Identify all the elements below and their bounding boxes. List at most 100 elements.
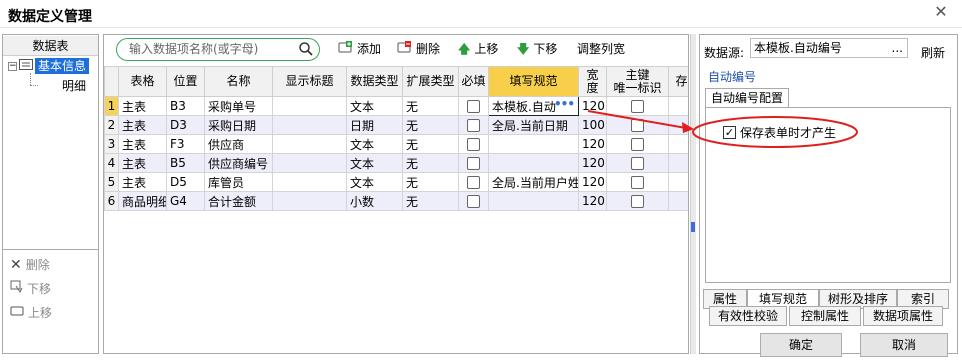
search-icon[interactable] bbox=[298, 41, 314, 57]
cell-required[interactable] bbox=[458, 115, 489, 135]
cell-width[interactable]: 120 bbox=[578, 191, 607, 211]
cell-display-title[interactable] bbox=[272, 172, 347, 192]
cell-name[interactable]: 采购单号 bbox=[204, 96, 273, 116]
table-row[interactable]: 4 主表 B5 供应商编号 文本 无 120 bbox=[104, 153, 688, 173]
cancel-button[interactable]: 取消 bbox=[860, 333, 948, 357]
cell-name[interactable]: 库管员 bbox=[204, 172, 273, 192]
tree-root-label[interactable]: 基本信息 bbox=[35, 58, 90, 74]
required-checkbox[interactable] bbox=[467, 176, 480, 189]
col-header-primary-key[interactable]: 主键 唯一标识 bbox=[606, 66, 669, 97]
cell-display-title[interactable] bbox=[272, 115, 347, 135]
tab-control-properties[interactable]: 控制属性 bbox=[789, 306, 861, 326]
cell-position[interactable]: D5 bbox=[166, 172, 205, 192]
required-checkbox[interactable] bbox=[467, 157, 480, 170]
required-checkbox[interactable] bbox=[467, 138, 480, 151]
primary-key-checkbox[interactable] bbox=[631, 176, 644, 189]
col-header-name[interactable]: 名称 bbox=[204, 66, 273, 97]
cell-required[interactable] bbox=[458, 134, 489, 154]
close-icon[interactable]: ✕ bbox=[932, 3, 950, 21]
source-browse-button[interactable]: ... bbox=[892, 39, 903, 57]
tree-root-node[interactable]: − 基本信息 bbox=[8, 58, 90, 74]
cell-display-title[interactable] bbox=[272, 96, 347, 116]
cell-required[interactable] bbox=[458, 191, 489, 211]
cell-ext-type[interactable]: 无 bbox=[402, 115, 459, 135]
col-header-width[interactable]: 宽度 bbox=[578, 66, 607, 97]
cell-display-title[interactable] bbox=[272, 134, 347, 154]
tree-child-node[interactable]: 明细 bbox=[62, 77, 86, 94]
panel-splitter[interactable] bbox=[690, 34, 696, 354]
cell-table[interactable]: 主表 bbox=[118, 134, 167, 154]
delete-button[interactable]: 删除 bbox=[397, 40, 440, 57]
left-delete-button[interactable]: ✕ 删除 bbox=[10, 256, 50, 274]
col-header-display-title[interactable]: 显示标题 bbox=[272, 66, 347, 97]
cell-table[interactable]: 主表 bbox=[118, 153, 167, 173]
move-down-button[interactable]: 🡇 下移 bbox=[517, 41, 557, 57]
col-header-ext-type[interactable]: 扩展类型 bbox=[402, 66, 459, 97]
cell-table[interactable]: 主表 bbox=[118, 172, 167, 192]
splitter-arrow-icon[interactable] bbox=[691, 222, 695, 232]
cell-fill-rule[interactable] bbox=[488, 191, 579, 211]
primary-key-checkbox[interactable] bbox=[631, 157, 644, 170]
collapse-icon[interactable]: − bbox=[8, 61, 17, 71]
left-move-down-button[interactable]: 下移 bbox=[10, 280, 51, 298]
tab-item-properties[interactable]: 数据项属性 bbox=[863, 306, 943, 326]
cell-position[interactable]: D3 bbox=[166, 115, 205, 135]
col-header-data-type[interactable]: 数据类型 bbox=[346, 66, 403, 97]
add-button[interactable]: 添加 bbox=[338, 40, 381, 57]
cell-table[interactable]: 主表 bbox=[118, 96, 167, 116]
cell-width[interactable]: 120 bbox=[578, 153, 607, 173]
move-up-button[interactable]: 🡅 上移 bbox=[458, 41, 498, 57]
source-field[interactable]: 本模板.自动编号 ... bbox=[750, 38, 908, 58]
cell-position[interactable]: B3 bbox=[166, 96, 205, 116]
cell-name[interactable]: 供应商 bbox=[204, 134, 273, 154]
primary-key-checkbox[interactable] bbox=[631, 195, 644, 208]
cell-fill-rule[interactable] bbox=[488, 153, 579, 173]
cell-primary-key[interactable] bbox=[606, 191, 669, 211]
col-header-fill-rule[interactable]: 填写规范 bbox=[488, 66, 579, 97]
left-move-up-button[interactable]: 上移 bbox=[10, 304, 52, 322]
required-checkbox[interactable] bbox=[467, 195, 480, 208]
cell-table[interactable]: 商品明细 bbox=[118, 191, 167, 211]
table-row[interactable]: 5 主表 D5 库管员 文本 无 全局.当前用户姓 120 bbox=[104, 172, 688, 192]
cell-ext-type[interactable]: 无 bbox=[402, 134, 459, 154]
cell-data-type[interactable]: 文本 bbox=[346, 172, 403, 192]
cell-position[interactable]: G4 bbox=[166, 191, 205, 211]
cell-width[interactable]: 120 bbox=[578, 172, 607, 192]
required-checkbox[interactable] bbox=[467, 100, 480, 113]
cell-data-type[interactable]: 文本 bbox=[346, 153, 403, 173]
cell-ext-type[interactable]: 无 bbox=[402, 191, 459, 211]
cell-data-type[interactable]: 文本 bbox=[346, 96, 403, 116]
cell-name[interactable]: 供应商编号 bbox=[204, 153, 273, 173]
col-header-position[interactable]: 位置 bbox=[166, 66, 205, 97]
col-header-table[interactable]: 表格 bbox=[118, 66, 167, 97]
cell-display-title[interactable] bbox=[272, 191, 347, 211]
table-row[interactable]: 6 商品明细 G4 合计金额 小数 无 120 bbox=[104, 191, 688, 211]
cell-data-type[interactable]: 文本 bbox=[346, 134, 403, 154]
cell-name[interactable]: 采购日期 bbox=[204, 115, 273, 135]
col-header-store[interactable]: 存 bbox=[668, 66, 688, 97]
cell-required[interactable] bbox=[458, 153, 489, 173]
tab-validation[interactable]: 有效性校验 bbox=[709, 306, 787, 326]
cell-position[interactable]: B5 bbox=[166, 153, 205, 173]
col-header-required[interactable]: 必填 bbox=[458, 66, 489, 97]
cell-table[interactable]: 主表 bbox=[118, 115, 167, 135]
cell-ext-type[interactable]: 无 bbox=[402, 96, 459, 116]
cell-data-type[interactable]: 日期 bbox=[346, 115, 403, 135]
required-checkbox[interactable] bbox=[467, 119, 480, 132]
cell-store[interactable] bbox=[668, 191, 688, 211]
adjust-width-button[interactable]: 调整列宽 bbox=[577, 41, 625, 57]
cell-required[interactable] bbox=[458, 172, 489, 192]
cell-required[interactable] bbox=[458, 96, 489, 116]
cell-ext-type[interactable]: 无 bbox=[402, 172, 459, 192]
refresh-button[interactable]: 刷新 bbox=[921, 44, 945, 61]
cell-display-title[interactable] bbox=[272, 153, 347, 173]
cell-store[interactable] bbox=[668, 172, 688, 192]
cell-primary-key[interactable] bbox=[606, 172, 669, 192]
cell-name[interactable]: 合计金额 bbox=[204, 191, 273, 211]
cell-store[interactable] bbox=[668, 153, 688, 173]
cell-primary-key[interactable] bbox=[606, 153, 669, 173]
cell-ext-type[interactable]: 无 bbox=[402, 153, 459, 173]
cell-data-type[interactable]: 小数 bbox=[346, 191, 403, 211]
search-input[interactable]: 输入数据项名称(或字母) bbox=[116, 38, 320, 61]
cell-position[interactable]: F3 bbox=[166, 134, 205, 154]
